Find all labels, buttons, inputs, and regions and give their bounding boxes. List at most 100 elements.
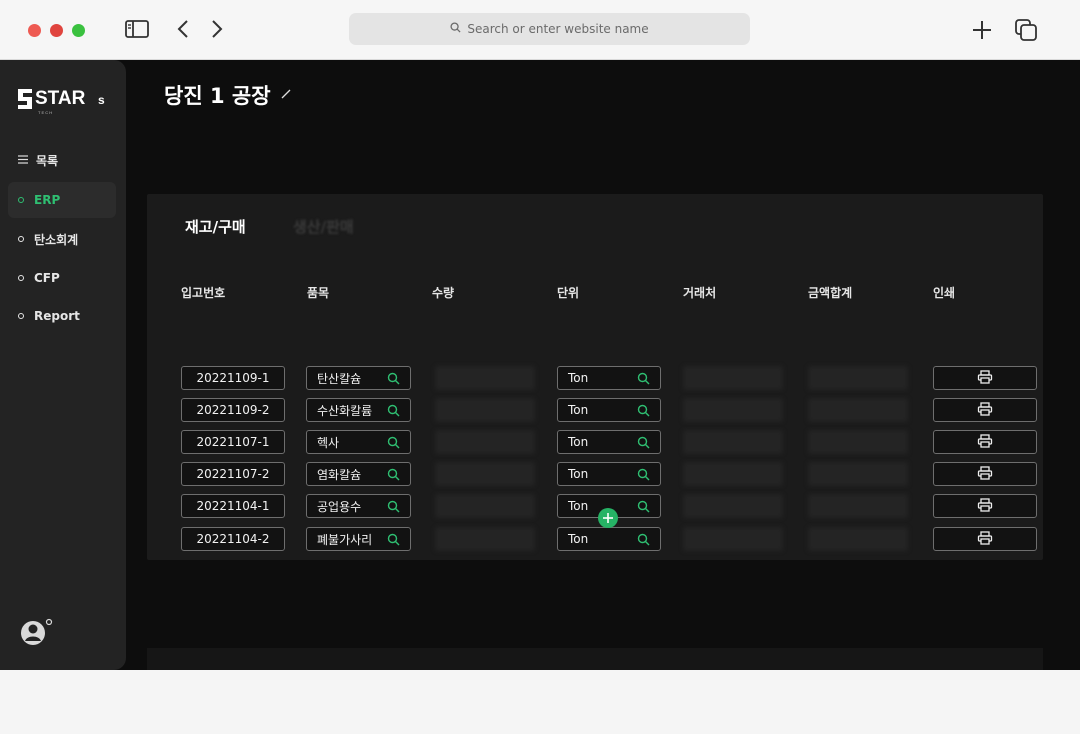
printer-icon	[977, 497, 993, 515]
unit-value: Ton	[568, 371, 589, 385]
sidebar-item-cfp[interactable]: CFP	[8, 260, 116, 296]
sidebar-item-label: 탄소회계	[34, 232, 79, 247]
minimize-window-button[interactable]	[50, 24, 63, 37]
maximize-window-button[interactable]	[72, 24, 85, 37]
logo: STAR s T E C H	[16, 85, 116, 115]
item-name: 헥사	[317, 435, 340, 450]
address-bar-placeholder: Search or enter website name	[467, 22, 649, 36]
printer-icon	[977, 433, 993, 451]
search-icon[interactable]	[387, 436, 400, 449]
tab-inventory-purchase[interactable]: 재고/구매	[185, 216, 246, 237]
item-field[interactable]: 공업용수	[306, 494, 411, 518]
item-field[interactable]: 염화칼슘	[306, 462, 411, 486]
logo-suffix: s	[98, 93, 105, 107]
sidebar-item-label: Report	[34, 309, 80, 323]
client-field-blurred	[683, 430, 783, 454]
client-field-blurred	[683, 527, 783, 551]
print-button[interactable]	[933, 527, 1037, 551]
amount-field-blurred	[808, 430, 908, 454]
item-name: 염화칼슘	[317, 467, 362, 482]
sidebar-item-report[interactable]: Report	[8, 298, 116, 334]
quantity-field-blurred	[435, 527, 535, 551]
receipt-number-field[interactable]: 20221107-1	[181, 430, 285, 454]
sidebar-item-list[interactable]: 목록	[8, 142, 116, 178]
tab-production-sales[interactable]: 생산/판매	[293, 216, 354, 237]
item-field[interactable]: 탄산칼슘	[306, 366, 411, 390]
unit-value: Ton	[568, 499, 589, 513]
receipt-number-field[interactable]: 20221104-1	[181, 494, 285, 518]
print-button[interactable]	[933, 398, 1037, 422]
item-field[interactable]: 폐불가사리	[306, 527, 411, 551]
search-icon	[450, 22, 461, 36]
printer-icon	[977, 401, 993, 419]
printer-icon	[977, 369, 993, 387]
page-title: 당진 1 공장	[164, 80, 293, 110]
client-field-blurred	[683, 462, 783, 486]
bullet-icon	[18, 197, 24, 203]
item-name: 수산화칼륨	[317, 403, 373, 418]
quantity-field-blurred	[435, 430, 535, 454]
amount-field-blurred	[808, 366, 908, 390]
back-icon[interactable]	[172, 16, 194, 42]
print-button[interactable]	[933, 430, 1037, 454]
sidebar-toggle-icon[interactable]	[124, 18, 150, 40]
user-avatar-icon[interactable]	[20, 618, 53, 648]
close-window-button[interactable]	[28, 24, 41, 37]
quantity-field-blurred	[435, 462, 535, 486]
printer-icon	[977, 465, 993, 483]
unit-field[interactable]: Ton	[557, 527, 661, 551]
receipt-number-field[interactable]: 20221107-2	[181, 462, 285, 486]
forward-icon[interactable]	[206, 16, 228, 42]
browser-bottom-area	[0, 670, 1080, 734]
amount-field-blurred	[808, 462, 908, 486]
sidebar-item-carbon-accounting[interactable]: 탄소회계	[8, 221, 116, 257]
add-row-button[interactable]	[598, 508, 618, 528]
amount-field-blurred	[808, 494, 908, 518]
unit-field[interactable]: Ton	[557, 398, 661, 422]
search-icon[interactable]	[637, 500, 650, 513]
bullet-icon	[18, 313, 24, 319]
column-header: 수량	[432, 286, 455, 300]
print-button[interactable]	[933, 494, 1037, 518]
search-icon[interactable]	[637, 404, 650, 417]
sidebar: STAR s T E C H 목록 ERP 탄소회계 CFP Report	[0, 60, 126, 670]
edit-icon[interactable]	[281, 80, 293, 99]
hamburger-icon	[18, 153, 28, 167]
printer-icon	[977, 530, 993, 548]
address-bar[interactable]: Search or enter website name	[349, 13, 750, 45]
plus-icon	[602, 509, 614, 528]
receipt-number-field[interactable]: 20221104-2	[181, 527, 285, 551]
search-icon[interactable]	[637, 372, 650, 385]
item-field[interactable]: 수산화칼륨	[306, 398, 411, 422]
unit-field[interactable]: Ton	[557, 462, 661, 486]
search-icon[interactable]	[387, 533, 400, 546]
logo-text: STAR	[35, 88, 86, 109]
logo-subtext: T E C H	[38, 110, 52, 115]
search-icon[interactable]	[387, 500, 400, 513]
receipt-number-field[interactable]: 20221109-2	[181, 398, 285, 422]
item-name: 폐불가사리	[317, 532, 373, 547]
bullet-icon	[18, 236, 24, 242]
item-name: 탄산칼슘	[317, 371, 362, 386]
tabs-icon[interactable]	[1012, 16, 1040, 44]
plus-icon[interactable]	[968, 16, 996, 44]
search-icon[interactable]	[637, 468, 650, 481]
search-icon[interactable]	[637, 436, 650, 449]
print-button[interactable]	[933, 366, 1037, 390]
item-field[interactable]: 헥사	[306, 430, 411, 454]
search-icon[interactable]	[387, 404, 400, 417]
unit-value: Ton	[568, 403, 589, 417]
unit-field[interactable]: Ton	[557, 430, 661, 454]
search-icon[interactable]	[387, 468, 400, 481]
search-icon[interactable]	[387, 372, 400, 385]
sidebar-item-erp[interactable]: ERP	[8, 182, 116, 218]
column-header: 단위	[557, 286, 580, 300]
sidebar-item-label: 목록	[36, 153, 59, 168]
print-button[interactable]	[933, 462, 1037, 486]
client-field-blurred	[683, 366, 783, 390]
unit-value: Ton	[568, 532, 589, 546]
search-icon[interactable]	[637, 533, 650, 546]
unit-field[interactable]: Ton	[557, 366, 661, 390]
amount-field-blurred	[808, 527, 908, 551]
receipt-number-field[interactable]: 20221109-1	[181, 366, 285, 390]
